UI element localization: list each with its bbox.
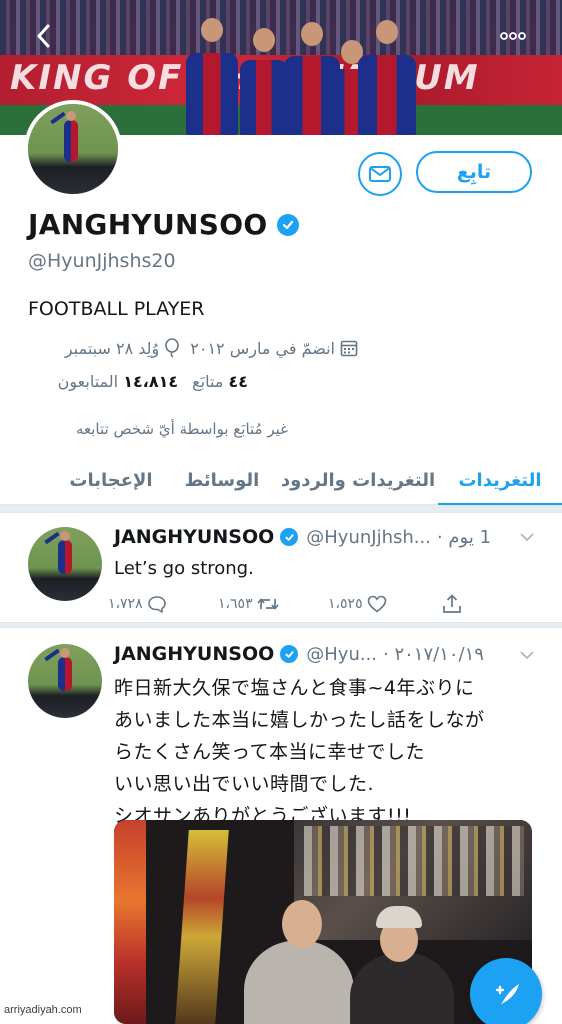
retweet-count: ١،٦٥٣ (218, 596, 253, 612)
followers-note: غير مُتابَع بواسطة أيّ شخص تتابعه (75, 420, 288, 438)
tweet-menu-button[interactable] (520, 648, 534, 664)
divider (0, 505, 562, 513)
profile-bio: FOOTBALL PLAYER (28, 298, 205, 320)
tweet-timestamp: ٢٠١٧/١٠/١٩ · (383, 643, 484, 665)
tweet-text-line: 昨日新大久保で塩さんと食事~4年ぶりに (114, 677, 475, 699)
joined-date: انضمّ في مارس ٢٠١٢ (190, 339, 358, 358)
tweet-text-line: らたくさん笑って本当に幸せでした (114, 741, 426, 763)
reply-count: ١،٧٢٨ (108, 596, 143, 612)
more-horizontal-icon (500, 32, 526, 40)
tab-media[interactable]: الوسائط (166, 455, 278, 505)
tweet-author-handle: @Hyu... (306, 643, 378, 665)
avatar-figure (57, 648, 72, 692)
follow-counts: ٤٤ متابَع ١٤،٨١٤ المتابعون (28, 372, 248, 391)
site-watermark: arriyadiyah.com (4, 1004, 82, 1016)
display-name-text: JANGHYUNSOO (28, 208, 268, 241)
tweet-menu-button[interactable] (520, 530, 534, 546)
like-button[interactable]: ١،٥٢٥ (328, 595, 387, 613)
compose-tweet-button[interactable] (470, 958, 542, 1024)
follow-button[interactable]: تابِع (416, 151, 532, 193)
photo-person (244, 940, 354, 1024)
compose-feather-icon (495, 984, 519, 1005)
envelope-icon (369, 166, 391, 182)
tweet-avatar[interactable] (28, 527, 102, 601)
tweet-text-line: いい思い出でいい時間でした. (114, 773, 375, 795)
tweet-text-line: あいました本当に嬉しかったし話をしなが (114, 709, 485, 731)
avatar-figure (64, 111, 78, 162)
born-text: وُلِد ٢٨ سبتمبر (64, 338, 160, 358)
like-count: ١،٥٢٥ (328, 596, 363, 612)
retweet-icon (256, 598, 279, 610)
profile-avatar[interactable] (24, 100, 122, 198)
tweet-author-name[interactable]: JANGHYUNSOO (114, 526, 274, 548)
reply-icon (147, 596, 166, 613)
tweet-header: JANGHYUNSOO @HyunJjhsh... 1 يوم · (114, 526, 491, 548)
profile-tabs: التغريدات التغريدات والردود الوسائط الإع… (0, 455, 562, 506)
followers-count[interactable]: ١٤،٨١٤ المتابعون (58, 372, 178, 391)
share-icon (443, 594, 461, 613)
more-button[interactable] (500, 26, 526, 44)
profile-meta: انضمّ في مارس ٢٠١٢ وُلِد ٢٨ سبتمبر (28, 335, 358, 361)
photo-person (350, 952, 454, 1024)
balloon-icon (165, 338, 180, 358)
joined-text: انضمّ في مارس ٢٠١٢ (190, 338, 335, 358)
reply-button[interactable]: ١،٧٢٨ (108, 595, 167, 613)
tweet-text: Let’s go strong. (114, 558, 254, 579)
tab-likes[interactable]: الإعجابات (56, 455, 166, 505)
share-button[interactable] (442, 594, 462, 614)
banner-player (186, 18, 238, 135)
tweet-actions: ١،٧٢٨ ١،٦٥٣ ١،٥٢٥ (108, 590, 478, 618)
banner-player (358, 20, 416, 135)
tweet-timestamp: 1 يوم · (436, 526, 492, 548)
verified-badge-icon (280, 645, 299, 663)
heart-icon (367, 595, 386, 613)
tweet-text: 昨日新大久保で塩さんと食事~4年ぶりに あいました本当に嬉しかったし話をしなが … (114, 672, 485, 832)
tab-tweets-and-replies[interactable]: التغريدات والردود (278, 455, 438, 505)
display-name: JANGHYUNSOO (28, 208, 300, 241)
profile-handle: @HyunJjhshs20 (28, 250, 176, 272)
tweet-author-handle: @HyunJjhsh... (306, 526, 431, 548)
message-button[interactable] (358, 152, 402, 196)
verified-badge-icon (277, 213, 300, 236)
tweet-header: JANGHYUNSOO @Hyu... ٢٠١٧/١٠/١٩ · (114, 643, 484, 665)
back-button[interactable] (36, 24, 50, 53)
verified-badge-icon (280, 528, 299, 546)
tab-tweets[interactable]: التغريدات (438, 455, 562, 506)
birth-date: وُلِد ٢٨ سبتمبر (65, 338, 180, 358)
tweet-avatar[interactable] (28, 644, 102, 718)
following-count[interactable]: ٤٤ متابَع (192, 372, 248, 391)
chevron-down-icon (520, 533, 534, 542)
chevron-left-icon (37, 24, 50, 48)
tweet-author-name[interactable]: JANGHYUNSOO (114, 643, 274, 665)
avatar-figure (57, 531, 72, 575)
chevron-down-icon (520, 651, 534, 660)
calendar-icon (340, 340, 358, 357)
retweet-button[interactable]: ١،٦٥٣ (218, 596, 279, 612)
divider (0, 622, 562, 628)
banner-player (240, 28, 288, 135)
